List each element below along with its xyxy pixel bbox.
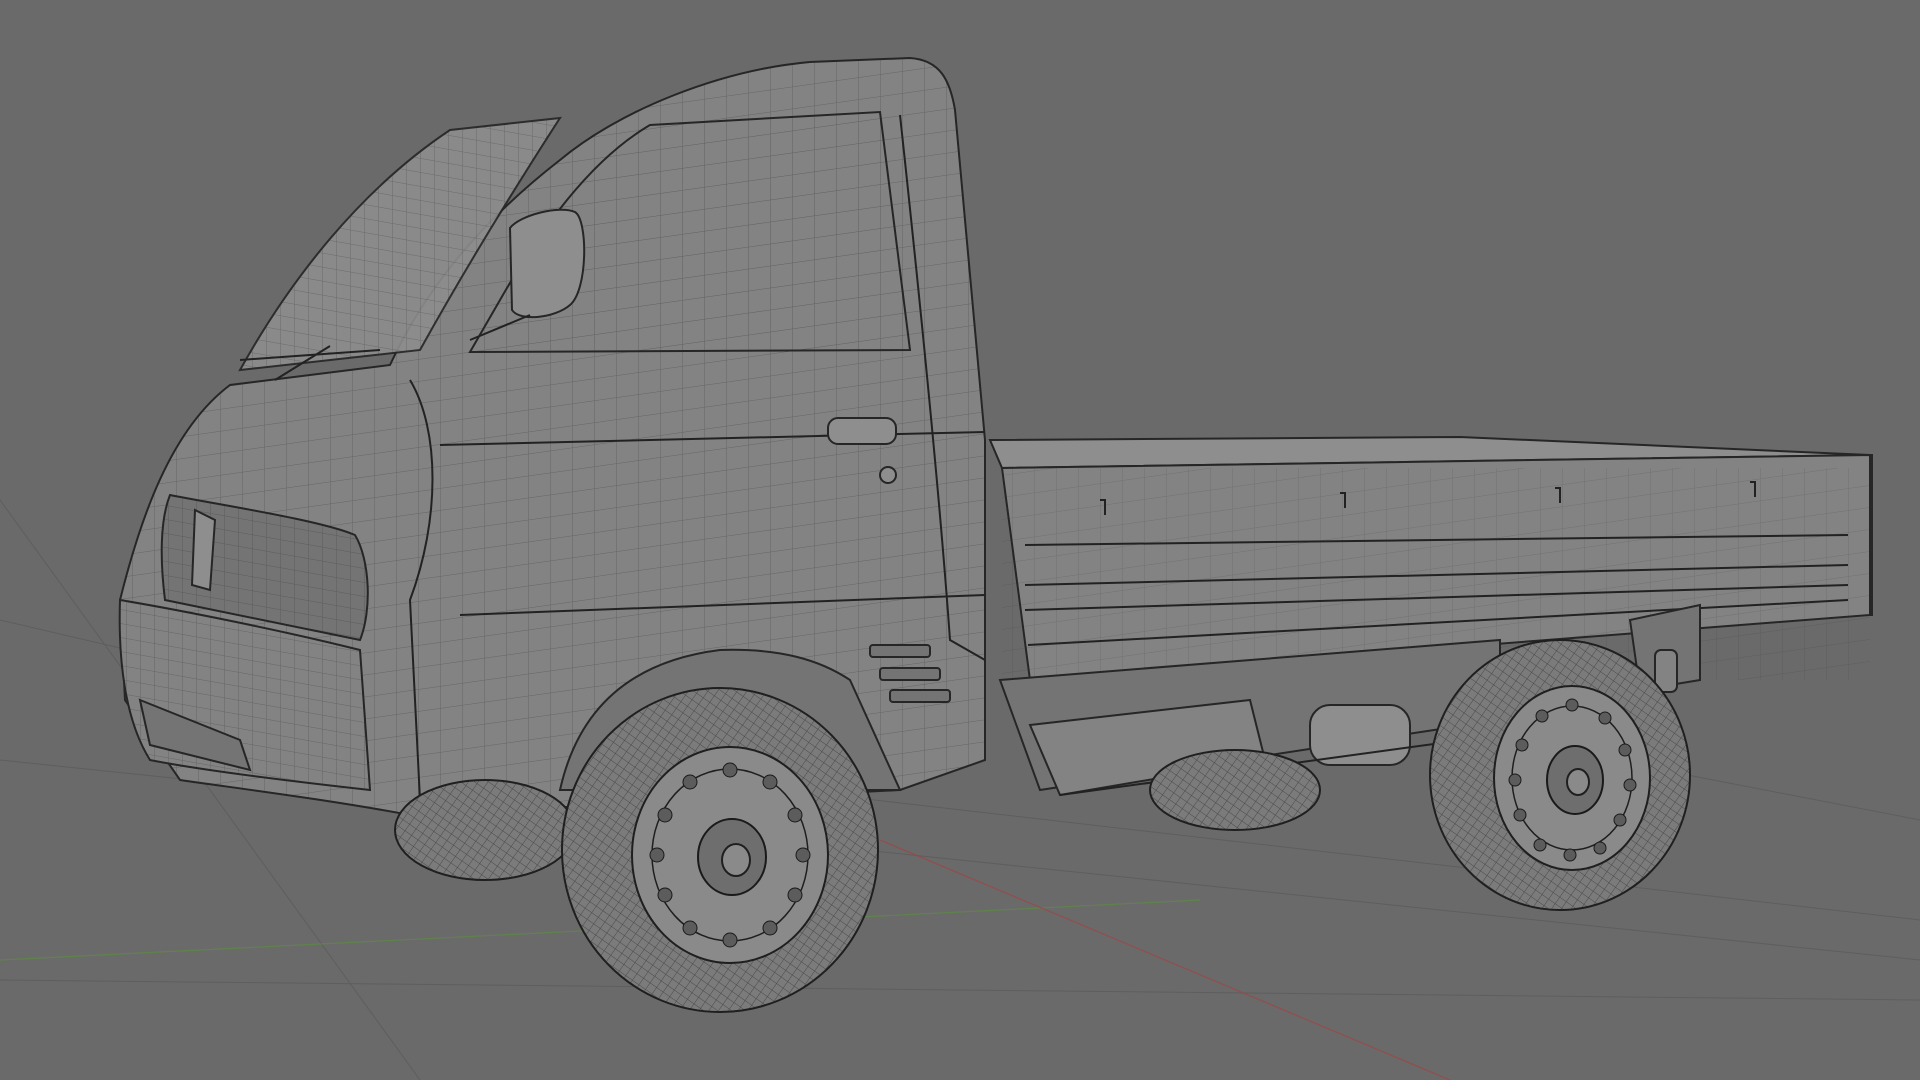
brand-emblem bbox=[190, 508, 217, 592]
front-wheel[interactable] bbox=[561, 687, 879, 1013]
door-lock bbox=[879, 466, 897, 484]
side-mirror bbox=[508, 208, 586, 319]
cargo-bed[interactable] bbox=[988, 435, 1873, 682]
truck-cab[interactable] bbox=[118, 56, 986, 817]
exhaust-muffler bbox=[1309, 704, 1411, 766]
3d-viewport[interactable] bbox=[0, 0, 1920, 1080]
door-handle bbox=[827, 417, 897, 445]
rear-inner-wheel[interactable] bbox=[1149, 749, 1321, 831]
x-axis-line bbox=[879, 839, 1451, 1080]
rear-wheel[interactable] bbox=[1429, 639, 1691, 911]
viewport-canvas[interactable] bbox=[0, 0, 1920, 1080]
rear-left-wheel[interactable] bbox=[394, 779, 576, 881]
